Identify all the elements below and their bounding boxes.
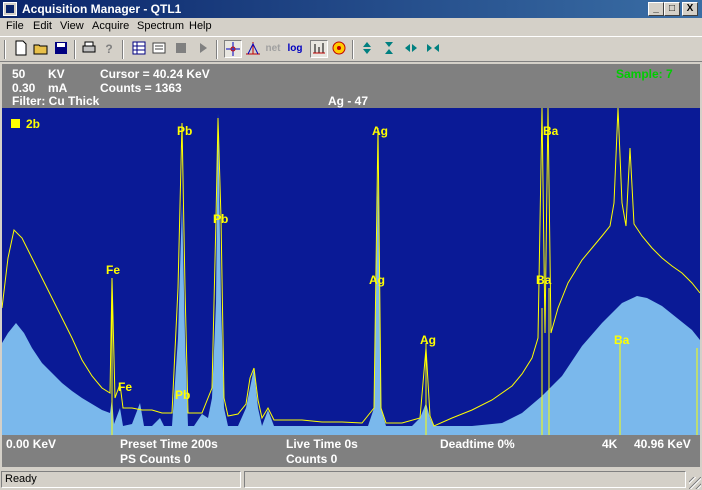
peak-icon[interactable] xyxy=(244,40,262,58)
title-bar: Acquisition Manager - QTL1 _ □ X xyxy=(0,0,702,18)
element-label: Ag - 47 xyxy=(328,94,369,108)
energy-start: 0.00 KeV xyxy=(6,437,57,451)
preset-time: Preset Time 200s xyxy=(120,437,218,451)
legend-label: 2b xyxy=(26,117,41,131)
peak-label: Ag xyxy=(372,124,388,138)
expand-horizontal-icon[interactable] xyxy=(402,40,420,58)
peak-label: Pb xyxy=(175,388,191,402)
minimize-button[interactable]: _ xyxy=(648,2,664,16)
toolbar-separator xyxy=(4,40,6,59)
total-counts: Counts 0 xyxy=(286,452,338,466)
peak-label: Ba xyxy=(536,273,552,287)
counts-readout: Counts = 1363 xyxy=(100,81,182,95)
filter-label: Filter: Cu Thick xyxy=(12,94,100,108)
ma-value: 0.30 xyxy=(12,81,36,95)
ps-counts: PS Counts 0 xyxy=(120,452,191,466)
peak-label: Fe xyxy=(106,263,121,277)
peak-label: Pb xyxy=(213,212,229,226)
cursor-readout: Cursor = 40.24 KeV xyxy=(100,67,210,81)
net-icon[interactable]: net xyxy=(264,40,282,58)
toolbar-separator xyxy=(122,40,124,59)
menu-view[interactable]: View xyxy=(60,20,84,32)
maximize-button[interactable]: □ xyxy=(664,2,680,16)
list-icon[interactable] xyxy=(150,40,168,58)
peak-label: Ag xyxy=(369,273,385,287)
menu-edit[interactable]: Edit xyxy=(33,20,52,32)
help-icon[interactable]: ? xyxy=(100,40,118,58)
energy-end: 40.96 KeV xyxy=(634,437,691,451)
print-icon[interactable] xyxy=(80,40,98,58)
cursor-icon[interactable] xyxy=(224,40,242,58)
close-button[interactable]: X xyxy=(682,2,698,16)
peak-label: Fe xyxy=(118,380,133,394)
toolbar-separator xyxy=(74,40,76,59)
peak-label: Ba xyxy=(543,124,559,138)
target-icon[interactable] xyxy=(330,40,348,58)
menu-acquire[interactable]: Acquire xyxy=(92,20,129,32)
toolbar: ? net log xyxy=(0,36,702,62)
toolbar-separator xyxy=(352,40,354,59)
legend-swatch xyxy=(11,119,20,128)
ma-unit: mA xyxy=(48,81,68,95)
deadtime: Deadtime 0% xyxy=(440,437,515,451)
compress-horizontal-icon[interactable] xyxy=(424,40,442,58)
sample-label: Sample: 7 xyxy=(616,67,673,81)
status-text: Ready xyxy=(1,471,241,488)
peak-label: Pb xyxy=(177,124,193,138)
stop-icon[interactable] xyxy=(172,40,190,58)
menu-bar: File Edit View Acquire Spectrum Help xyxy=(0,18,702,36)
compress-vertical-icon[interactable] xyxy=(380,40,398,58)
expand-vertical-icon[interactable] xyxy=(358,40,376,58)
acquisition-footer: 0.00 KeV Preset Time 200s PS Counts 0 Li… xyxy=(2,435,700,467)
spectrum-info-panel: 50 KV 0.30 mA Filter: Cu Thick Cursor = … xyxy=(2,64,700,108)
window-title: Acquisition Manager - QTL1 xyxy=(22,2,182,16)
log-icon[interactable]: log xyxy=(286,40,304,58)
new-icon[interactable] xyxy=(12,40,30,58)
peak-label: Ba xyxy=(614,333,630,347)
kv-value: 50 xyxy=(12,67,26,81)
resize-grip[interactable] xyxy=(689,477,701,489)
grid-icon[interactable] xyxy=(130,40,148,58)
spectrum-plot[interactable]: 2b Pb Pb Fe Fe Pb Ag Ag Ag Ba Ba Ba xyxy=(2,108,700,435)
play-icon[interactable] xyxy=(194,40,212,58)
save-icon[interactable] xyxy=(52,40,70,58)
menu-help[interactable]: Help xyxy=(189,20,212,32)
marker-icon[interactable] xyxy=(310,40,328,58)
menu-spectrum[interactable]: Spectrum xyxy=(137,20,184,32)
app-icon[interactable] xyxy=(3,2,17,16)
live-time: Live Time 0s xyxy=(286,437,358,451)
channel-count: 4K xyxy=(602,437,618,451)
open-icon[interactable] xyxy=(32,40,50,58)
status-panel xyxy=(244,471,686,488)
toolbar-separator xyxy=(216,40,218,59)
status-bar: Ready xyxy=(0,469,702,490)
menu-file[interactable]: File xyxy=(6,20,24,32)
kv-unit: KV xyxy=(48,67,65,81)
peak-label: Ag xyxy=(420,333,436,347)
